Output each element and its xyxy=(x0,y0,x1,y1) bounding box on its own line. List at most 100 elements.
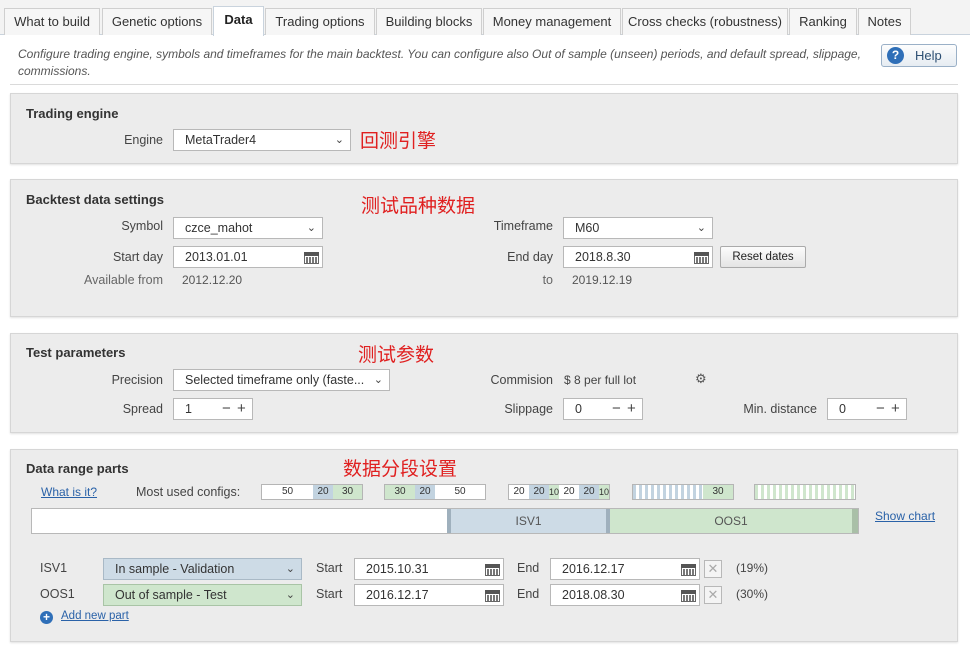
chevron-down-icon: ⌄ xyxy=(285,563,295,575)
calendar-icon[interactable] xyxy=(304,250,319,264)
part-type-value: In sample - Validation xyxy=(115,562,235,576)
available-to-value: 2019.12.19 xyxy=(572,273,633,287)
slippage-label: Slippage xyxy=(504,402,553,416)
tab-money-management[interactable]: Money management xyxy=(483,8,621,35)
chevron-down-icon: ⌄ xyxy=(373,374,383,386)
part-end-value: 2018.08.30 xyxy=(562,588,625,602)
min-distance-value: 0 xyxy=(839,402,846,416)
symbol-select[interactable]: czce_mahot ⌄ xyxy=(173,217,323,239)
tab-genetic-options[interactable]: Genetic options xyxy=(102,8,212,35)
plus-icon[interactable]: + xyxy=(891,401,900,417)
part-start-input[interactable]: 2016.12.17 xyxy=(354,584,504,606)
part-type-value: Out of sample - Test xyxy=(115,588,227,602)
end-day-value: 2018.8.30 xyxy=(575,250,631,264)
part-end-input[interactable]: 2016.12.17 xyxy=(550,558,700,580)
config-preset-4[interactable]: 30 xyxy=(632,484,734,500)
config-segment: 20 xyxy=(509,485,529,499)
start-day-input[interactable]: 2013.01.01 xyxy=(173,246,323,268)
timeframe-select[interactable]: M60 ⌄ xyxy=(563,217,713,239)
part-name: OOS1 xyxy=(40,587,75,601)
commission-value: $ 8 per full lot xyxy=(564,373,637,387)
backtest-data-title: Backtest data settings xyxy=(26,192,164,207)
part-end-input[interactable]: 2018.08.30 xyxy=(550,584,700,606)
range-handle[interactable] xyxy=(852,509,858,533)
plus-icon[interactable]: + xyxy=(627,401,636,417)
show-chart-link[interactable]: Show chart xyxy=(875,509,935,523)
plus-icon[interactable]: + xyxy=(237,401,246,417)
config-segment: 30 xyxy=(703,485,733,499)
spread-label: Spread xyxy=(122,402,163,416)
tab-data[interactable]: Data xyxy=(213,6,264,36)
remove-part-icon[interactable]: ✕ xyxy=(704,586,722,604)
part-end-label: End xyxy=(517,561,540,575)
symbol-label: Symbol xyxy=(121,219,163,233)
part-start-value: 2015.10.31 xyxy=(366,562,429,576)
most-used-label: Most used configs: xyxy=(136,485,241,499)
config-preset-1[interactable]: 50 20 30 xyxy=(261,484,363,500)
spread-input[interactable]: 1 − + xyxy=(173,398,253,420)
help-label: Help xyxy=(915,48,942,63)
gear-icon[interactable]: ⚙ xyxy=(695,371,707,387)
end-day-input[interactable]: 2018.8.30 xyxy=(563,246,713,268)
calendar-icon[interactable] xyxy=(485,562,500,576)
part-type-select[interactable]: In sample - Validation ⌄ xyxy=(103,558,302,580)
precision-select[interactable]: Selected timeframe only (faste... ⌄ xyxy=(173,369,390,391)
reset-dates-button[interactable]: Reset dates xyxy=(720,246,806,268)
config-segment: 10 xyxy=(599,485,609,499)
part-name: ISV1 xyxy=(40,561,68,575)
to-label: to xyxy=(542,273,553,287)
tab-ranking[interactable]: Ranking xyxy=(789,8,857,35)
help-button[interactable]: ? Help xyxy=(881,44,957,67)
config-segment: 20 xyxy=(529,485,549,499)
config-segment-striped xyxy=(633,485,703,499)
config-segment: 30 xyxy=(385,485,415,499)
calendar-icon[interactable] xyxy=(681,588,696,602)
tab-building-blocks[interactable]: Building blocks xyxy=(376,8,482,35)
part-start-value: 2016.12.17 xyxy=(366,588,429,602)
config-segment: 50 xyxy=(435,485,485,499)
part-end-label: End xyxy=(517,587,540,601)
min-distance-input[interactable]: 0 − + xyxy=(827,398,907,420)
part-start-label: Start xyxy=(316,587,343,601)
data-range-title: Data range parts xyxy=(26,461,129,476)
divider xyxy=(10,84,958,85)
min-distance-label: Min. distance xyxy=(743,402,817,416)
what-is-it-link[interactable]: What is it? xyxy=(41,485,97,499)
add-new-part-link[interactable]: Add new part xyxy=(61,610,129,622)
test-params-annotation: 测试参数 xyxy=(358,345,435,366)
part-start-input[interactable]: 2015.10.31 xyxy=(354,558,504,580)
add-circle-icon[interactable]: + xyxy=(40,611,53,624)
data-range-bar[interactable]: ISV1 OOS1 xyxy=(31,508,859,534)
config-preset-3[interactable]: 20 20 10 20 20 10 xyxy=(508,484,610,500)
range-segment-oos1[interactable]: OOS1 xyxy=(610,509,852,533)
calendar-icon[interactable] xyxy=(485,588,500,602)
range-segment-isv1[interactable]: ISV1 xyxy=(451,509,606,533)
engine-select[interactable]: MetaTrader4 ⌄ xyxy=(173,129,351,151)
config-preset-5[interactable] xyxy=(754,484,856,500)
commission-label: Commision xyxy=(490,373,553,387)
precision-label: Precision xyxy=(111,373,163,387)
remove-part-icon[interactable]: ✕ xyxy=(704,560,722,578)
minus-icon[interactable]: − xyxy=(876,401,885,417)
part-percent: (19%) xyxy=(736,561,769,575)
tab-notes[interactable]: Notes xyxy=(858,8,911,35)
tab-trading-options[interactable]: Trading options xyxy=(265,8,375,35)
minus-icon[interactable]: − xyxy=(222,401,231,417)
precision-value: Selected timeframe only (faste... xyxy=(185,373,365,387)
part-percent: (30%) xyxy=(736,587,769,601)
spread-value: 1 xyxy=(185,402,192,416)
calendar-icon[interactable] xyxy=(681,562,696,576)
config-segment: 20 xyxy=(415,485,435,499)
config-segment: 50 xyxy=(262,485,313,499)
calendar-icon[interactable] xyxy=(694,250,709,264)
backtest-data-panel: Backtest data settings 测试品种数据 Symbol czc… xyxy=(10,179,958,317)
tab-cross-checks[interactable]: Cross checks (robustness) xyxy=(622,8,788,35)
engine-label: Engine xyxy=(124,133,163,147)
slippage-input[interactable]: 0 − + xyxy=(563,398,643,420)
part-type-select[interactable]: Out of sample - Test ⌄ xyxy=(103,584,302,606)
config-preset-2[interactable]: 30 20 50 xyxy=(384,484,486,500)
tab-what-to-build[interactable]: What to build xyxy=(4,8,100,35)
minus-icon[interactable]: − xyxy=(612,401,621,417)
timeframe-value: M60 xyxy=(575,221,600,235)
engine-annotation: 回测引擎 xyxy=(360,131,437,152)
